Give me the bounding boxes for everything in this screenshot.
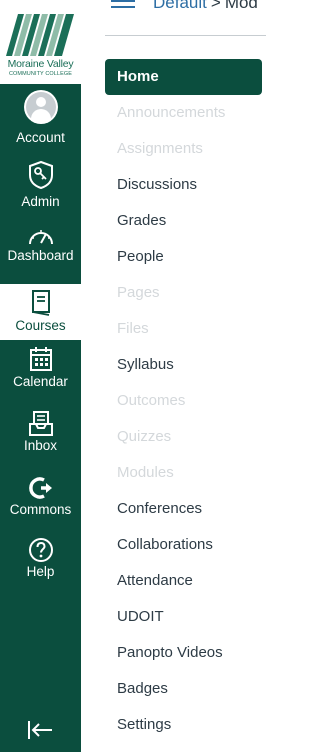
course-nav-outcomes[interactable]: Outcomes xyxy=(117,383,185,419)
course-nav-grades[interactable]: Grades xyxy=(117,203,166,239)
breadcrumb-current: Mod xyxy=(224,0,258,12)
breadcrumb-course-link[interactable]: Default xyxy=(153,0,207,12)
nav-help[interactable]: Help xyxy=(0,536,81,592)
nav-calendar[interactable]: Calendar xyxy=(0,346,81,402)
nav-calendar-label: Calendar xyxy=(13,374,68,389)
course-nav-assignments[interactable]: Assignments xyxy=(117,131,203,167)
nav-admin[interactable]: Admin xyxy=(0,160,81,216)
book-icon xyxy=(31,290,50,316)
course-nav-quizzes[interactable]: Quizzes xyxy=(117,419,171,455)
nav-courses-label: Courses xyxy=(15,318,66,333)
breadcrumb: Default > Mod xyxy=(153,0,258,13)
speedometer-icon xyxy=(28,230,53,245)
course-nav-discussions[interactable]: Discussions xyxy=(117,167,197,203)
help-icon xyxy=(28,538,53,562)
course-nav-home-label: Home xyxy=(117,68,159,85)
course-nav-files[interactable]: Files xyxy=(117,311,149,347)
course-nav-conferences[interactable]: Conferences xyxy=(117,491,202,527)
top-bar: Default > Mod xyxy=(81,0,266,20)
logo-subtitle: COMMUNITY COLLEGE xyxy=(8,71,73,77)
avatar-icon xyxy=(23,90,58,124)
course-nav-settings[interactable]: Settings xyxy=(117,707,171,743)
global-navigation: Moraine Valley COMMUNITY COLLEGE Account… xyxy=(0,0,81,752)
commons-icon xyxy=(28,477,52,499)
course-nav-pages[interactable]: Pages xyxy=(117,275,160,311)
course-nav-udoit[interactable]: UDOIT xyxy=(117,599,164,635)
nav-commons[interactable]: Commons xyxy=(0,474,81,530)
calendar-icon xyxy=(29,347,52,371)
course-nav-people[interactable]: People xyxy=(117,239,164,275)
breadcrumb-separator: > xyxy=(210,0,221,12)
course-nav-home[interactable]: Home xyxy=(105,59,262,95)
course-nav-syllabus[interactable]: Syllabus xyxy=(117,347,174,383)
nav-help-label: Help xyxy=(26,564,55,579)
course-nav-collaborations[interactable]: Collaborations xyxy=(117,527,213,563)
college-logo[interactable]: Moraine Valley COMMUNITY COLLEGE xyxy=(0,0,81,84)
course-nav-modules[interactable]: Modules xyxy=(117,455,174,491)
inbox-icon xyxy=(28,411,53,436)
nav-admin-label: Admin xyxy=(21,194,60,209)
course-nav-attendance[interactable]: Attendance xyxy=(117,563,193,599)
nav-commons-label: Commons xyxy=(9,502,72,517)
logo-title: Moraine Valley xyxy=(7,58,74,70)
shield-key-icon xyxy=(28,160,53,190)
header-divider xyxy=(105,35,266,36)
canvas-course-page: Moraine Valley COMMUNITY COLLEGE Account… xyxy=(0,0,266,752)
course-nav-announcements[interactable]: Announcements xyxy=(117,95,225,131)
nav-account[interactable]: Account xyxy=(0,88,81,148)
hamburger-menu-icon[interactable] xyxy=(111,0,135,8)
logo-mark-icon xyxy=(4,10,76,58)
nav-dashboard-label: Dashboard xyxy=(7,248,74,263)
collapse-nav-icon[interactable] xyxy=(26,718,54,742)
nav-inbox[interactable]: Inbox xyxy=(0,410,81,466)
nav-courses[interactable]: Courses xyxy=(0,284,81,340)
nav-dashboard[interactable]: Dashboard xyxy=(0,224,81,276)
nav-inbox-label: Inbox xyxy=(23,438,58,453)
course-nav-badges[interactable]: Badges xyxy=(117,671,168,707)
nav-account-label: Account xyxy=(16,130,65,145)
course-nav-panopto-videos[interactable]: Panopto Videos xyxy=(117,635,223,671)
